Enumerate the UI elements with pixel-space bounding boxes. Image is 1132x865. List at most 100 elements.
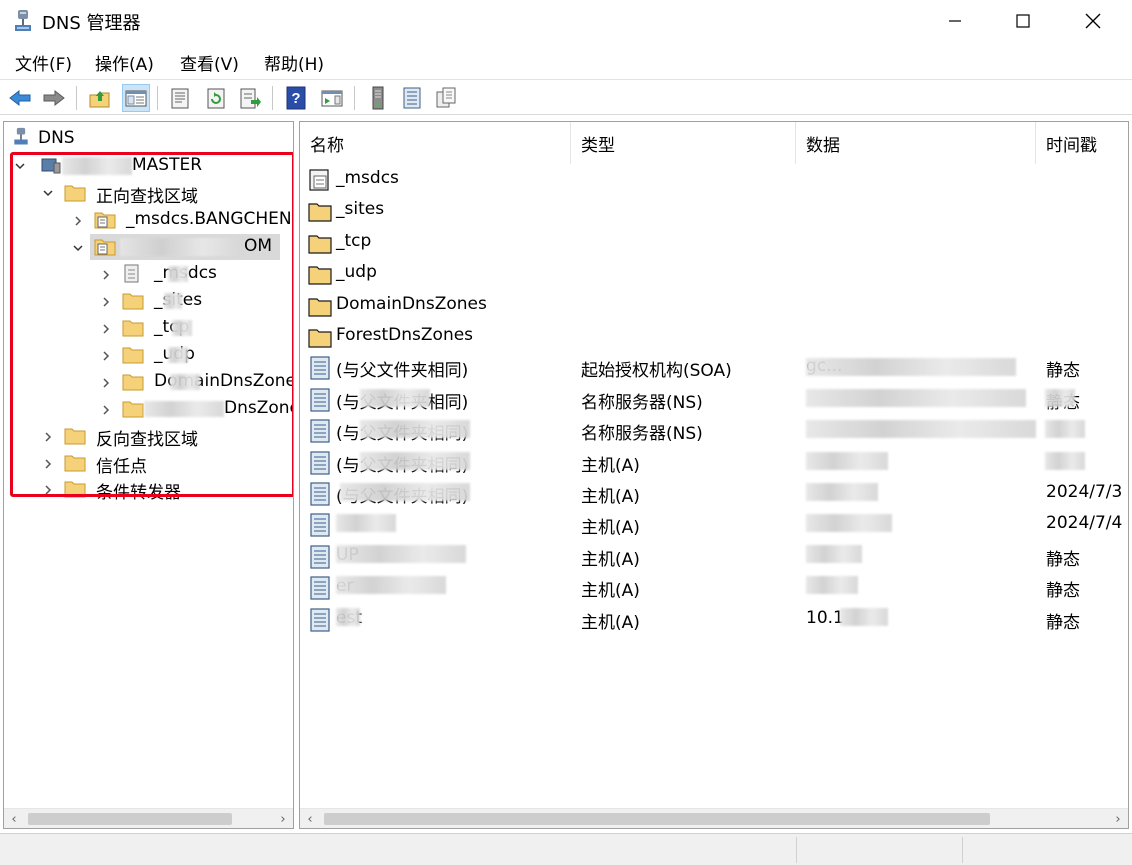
cell-timestamp: 静态 (1046, 549, 1080, 570)
maximize-icon (1016, 14, 1030, 28)
close-button[interactable] (1058, 0, 1128, 42)
table-row[interactable]: est主机(A)10.1静态 (300, 604, 1128, 635)
scroll-left-icon[interactable]: ‹ (300, 809, 320, 828)
properties-button[interactable] (166, 84, 194, 112)
scrollbar-thumb[interactable] (28, 813, 232, 825)
redaction (806, 358, 1016, 376)
folder-icon (308, 235, 332, 254)
scrollbar-thumb[interactable] (324, 813, 990, 825)
table-row[interactable]: _udp (300, 258, 1128, 289)
show-action-pane-button[interactable] (318, 84, 346, 112)
record-icon (310, 419, 330, 443)
column-header-type[interactable]: 类型 (571, 122, 796, 164)
copy-icon (436, 87, 456, 108)
minimize-button[interactable] (920, 0, 990, 42)
server-button[interactable] (364, 84, 392, 112)
cell-data: 10.1 (806, 607, 844, 628)
redaction (1045, 420, 1085, 438)
show-action-pane-icon (321, 90, 343, 107)
back-button[interactable] (6, 84, 34, 112)
scroll-right-icon[interactable]: › (1108, 809, 1128, 828)
table-row[interactable]: ForestDnsZones (300, 321, 1128, 352)
record-icon (310, 545, 330, 569)
table-row[interactable]: DomainDnsZones (300, 290, 1128, 321)
export-list-button[interactable] (236, 84, 264, 112)
copy-button[interactable] (432, 84, 460, 112)
record-icon (310, 576, 330, 600)
redaction (360, 389, 430, 407)
cell-type: 主机(A) (581, 455, 640, 476)
cell-name: (与父文件夹相同) (336, 361, 469, 382)
toolbar-separator (354, 86, 355, 110)
redaction (1045, 389, 1075, 407)
record-icon (310, 482, 330, 506)
show-hide-tree-icon (125, 90, 147, 107)
cell-timestamp: 静态 (1046, 581, 1080, 602)
properties-icon (171, 88, 189, 109)
record-icon (310, 388, 330, 412)
list-view-icon (403, 87, 421, 109)
forward-button[interactable] (40, 84, 68, 112)
list-view-button[interactable] (398, 84, 426, 112)
list-horizontal-scrollbar[interactable]: ‹ › (300, 808, 1128, 828)
redaction (336, 608, 360, 626)
redaction (336, 514, 396, 532)
table-row[interactable]: _sites (300, 195, 1128, 226)
column-header-timestamp[interactable]: 时间戳 (1036, 122, 1128, 164)
table-row[interactable]: _tcp (300, 227, 1128, 258)
refresh-button[interactable] (202, 84, 230, 112)
close-icon (1085, 13, 1101, 29)
window-title: DNS 管理器 (42, 13, 141, 34)
dns-root-icon (14, 127, 28, 145)
redaction (1045, 452, 1085, 470)
cell-name: _tcp (336, 230, 372, 251)
forward-arrow-icon (43, 89, 65, 107)
cell-type: 主机(A) (581, 549, 640, 570)
scroll-right-icon[interactable]: › (273, 809, 293, 828)
table-row[interactable]: _msdcs (300, 164, 1128, 195)
redaction (840, 608, 888, 626)
cell-type: 主机(A) (581, 487, 640, 507)
redaction (360, 420, 470, 438)
menu-bar: 文件(F) 操作(A) 查看(V) 帮助(H) (0, 44, 1132, 78)
redaction (806, 576, 858, 594)
record-icon (310, 450, 330, 475)
scroll-left-icon[interactable]: ‹ (4, 809, 24, 828)
tree-item-dns[interactable]: DNS (38, 128, 75, 148)
cell-type: 名称服务器(NS) (581, 424, 703, 445)
record-icon (310, 607, 330, 632)
back-arrow-icon (9, 89, 31, 107)
cell-name: _udp (336, 262, 377, 283)
tree-horizontal-scrollbar[interactable]: ‹ › (4, 808, 293, 828)
toolbar-separator (157, 86, 158, 110)
dns-app-icon (15, 10, 31, 31)
toolbar-separator (272, 86, 273, 110)
status-bar (0, 833, 1132, 865)
up-folder-icon (89, 91, 110, 108)
menu-help[interactable]: 帮助(H) (264, 50, 324, 75)
menu-file[interactable]: 文件(F) (15, 50, 72, 75)
refresh-icon (207, 88, 225, 109)
redaction (806, 545, 862, 563)
title-bar: DNS 管理器 (0, 0, 1132, 42)
show-hide-console-tree-button[interactable] (122, 84, 150, 112)
export-list-icon (240, 88, 261, 109)
record-icon (310, 356, 330, 380)
maximize-button[interactable] (988, 0, 1058, 42)
cell-name: DomainDnsZones (336, 293, 487, 314)
folder-icon (308, 203, 332, 222)
up-one-level-button[interactable] (86, 84, 114, 112)
menu-action[interactable]: 操作(A) (95, 50, 154, 75)
minimize-icon (949, 20, 961, 22)
menu-view[interactable]: 查看(V) (180, 50, 239, 75)
redaction (336, 545, 466, 563)
cell-timestamp: 2024/7/4 (1046, 513, 1123, 534)
redaction (806, 483, 878, 501)
cell-timestamp: 2024/7/3 (1046, 482, 1123, 502)
table-row[interactable]: 主机(A) 2024/7/4 (300, 509, 1128, 540)
column-header-data[interactable]: 数据 (796, 122, 1036, 164)
console-tree-pane: DNS MASTER 正向查找区域 _msdcs.BANGCHEN. OM _m… (3, 121, 294, 829)
column-header-name[interactable]: 名称 (300, 122, 571, 164)
folder-icon (308, 266, 332, 285)
help-button[interactable]: ? (282, 84, 310, 112)
